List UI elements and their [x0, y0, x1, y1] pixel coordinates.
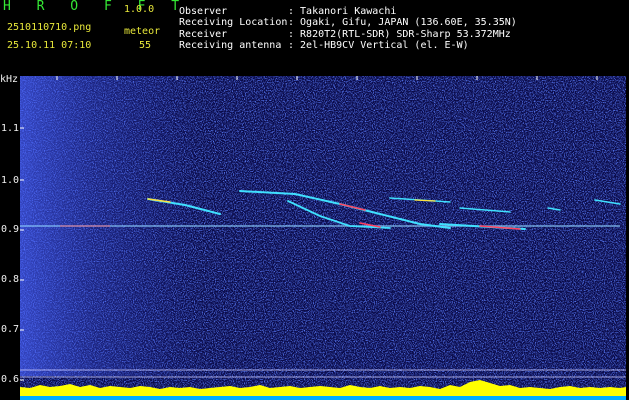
y-tick-label: 1.1 [1, 123, 20, 134]
receiver-label: Receiver [179, 29, 228, 40]
file-name: 2510110710.png [7, 22, 92, 33]
y-tick-label: 0.9 [1, 224, 20, 235]
location-label: Receiving Location [179, 17, 288, 28]
y-axis-unit: kHz [0, 74, 19, 85]
meteor-count-value: 55 [139, 40, 152, 51]
antenna-label: Receiving antenna [179, 40, 282, 51]
spectrogram-plot [20, 76, 626, 400]
location-value: : Ogaki, Gifu, JAPAN (136.60E, 35.35N) [288, 17, 517, 28]
date-time: 25.10.11 07:10 [7, 40, 92, 51]
receiver-value: : R820T2(RTL-SDR) SDR-Sharp 53.372MHz [288, 29, 511, 40]
observer-value: : Takanori Kawachi [288, 6, 397, 17]
meteor-count-label: meteor [124, 26, 161, 37]
y-tick-label: 1.0 [1, 175, 20, 186]
app-name: H R O F F T [3, 0, 189, 14]
app-version: 1.0.0 [124, 4, 155, 15]
y-tick-label: 0.7 [1, 324, 20, 335]
antenna-value: : 2el-HB9CV Vertical (el. E-W) [288, 40, 469, 51]
header-panel: H R O F F T 1.0.0 2510110710.png 25.10.1… [0, 0, 629, 76]
observer-label: Observer [179, 6, 228, 17]
y-tick-label: 0.6 [1, 374, 20, 385]
y-tick-label: 0.8 [1, 274, 20, 285]
